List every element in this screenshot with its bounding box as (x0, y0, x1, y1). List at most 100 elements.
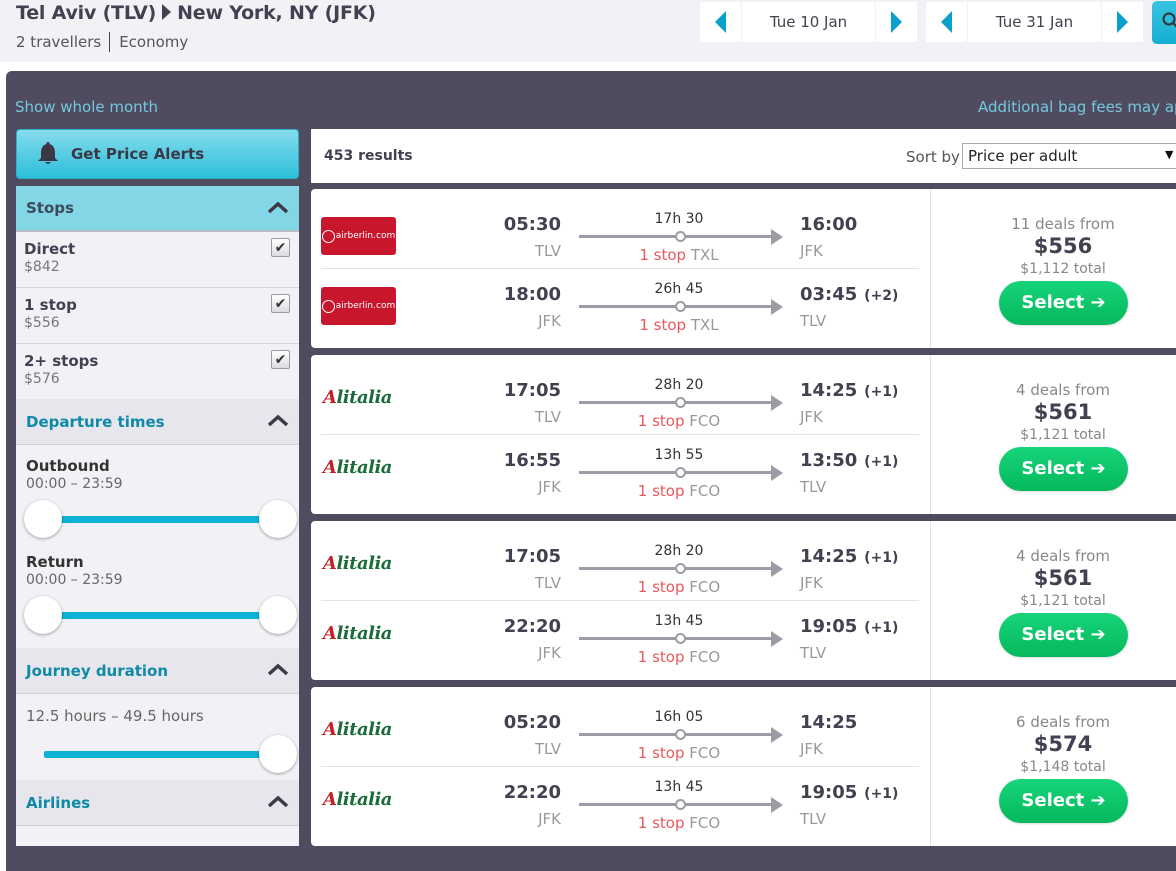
price-per-adult: $561 (1033, 566, 1093, 590)
outbound-max-handle[interactable] (259, 500, 297, 538)
journey-duration-title: Journey duration (26, 661, 169, 680)
deals-count: 11 deals from (1011, 215, 1115, 233)
arrival-airport: TLV (800, 810, 827, 828)
departure-airport: TLV (534, 740, 561, 758)
stops-info: 1 stop FCO (579, 744, 779, 762)
departure-time: 05:20 (503, 712, 561, 733)
airberlin-logo: airberlin.com (321, 217, 396, 255)
stopover-airport: TXL (690, 246, 719, 264)
stops-info: 1 stop FCO (579, 482, 779, 500)
flight-duration: 17h 30 (654, 211, 704, 227)
outbound-min-handle[interactable] (24, 500, 62, 538)
slider-track (44, 751, 277, 758)
stop-filter-2-plus-stops[interactable]: 2+ stops $576 ✔ (16, 344, 299, 399)
return-date-picker: Tue 31 Jan (926, 2, 1143, 42)
departure-times-section-header[interactable]: Departure times (16, 399, 299, 445)
alitalia-logo: Alitalia (323, 553, 403, 583)
stop-filter-direct[interactable]: Direct $842 ✔ (16, 232, 299, 288)
airline-name-initial: A (323, 457, 337, 478)
airline-name: litalia (336, 387, 392, 408)
flight-duration: 13h 45 (654, 779, 704, 795)
departure-time: 22:20 (503, 782, 561, 803)
airline-name: litalia (336, 719, 392, 740)
select-button[interactable]: Select ➔ (999, 779, 1128, 823)
outbound-prev-day-button[interactable] (700, 2, 742, 42)
airline-name-initial: A (323, 387, 337, 408)
airlines-section-header[interactable]: Airlines (16, 780, 299, 826)
airlines-title: Airlines (26, 793, 91, 812)
select-button[interactable]: Select ➔ (999, 613, 1128, 657)
sort-label: Sort by (906, 148, 960, 166)
journey-duration-section-header[interactable]: Journey duration (16, 648, 299, 694)
slider-track (38, 612, 277, 619)
journey-duration-slider[interactable] (26, 735, 297, 777)
day-offset: (+1) (859, 454, 899, 470)
return-label: Return (26, 553, 84, 571)
stop-filter-1-stop[interactable]: 1 stop $556 ✔ (16, 288, 299, 344)
stop-filter-label: Direct (24, 240, 76, 258)
journey-duration-max-handle[interactable] (259, 735, 297, 773)
direct-checkbox[interactable]: ✔ (271, 238, 290, 257)
arrival-time: 19:05 (+1) (800, 782, 898, 803)
arrival-airport: TLV (800, 312, 827, 330)
select-button[interactable]: Select ➔ (999, 281, 1128, 325)
sort-value: Price per adult (968, 147, 1078, 165)
select-button[interactable]: Select ➔ (999, 447, 1128, 491)
return-time-slider[interactable] (24, 596, 297, 638)
departure-time: 17:05 (503, 546, 561, 567)
outbound-time-slider[interactable] (24, 500, 297, 542)
return-prev-day-button[interactable] (926, 2, 968, 42)
stop-count: 1 stop (637, 814, 685, 832)
get-price-alerts-button[interactable]: Get Price Alerts (16, 129, 299, 179)
departure-airport: TLV (534, 408, 561, 426)
outbound-date[interactable]: Tue 10 Jan (742, 2, 875, 42)
stop-count: 1 stop (637, 578, 685, 596)
departure-time: 18:00 (503, 284, 561, 305)
arrival-airport: JFK (800, 574, 823, 592)
return-leg: Alitalia 22:20 JFK 13h 45 1 stop FCO 19:… (321, 767, 919, 837)
2-plus-stops-checkbox[interactable]: ✔ (271, 350, 290, 369)
1-stop-checkbox[interactable]: ✔ (271, 294, 290, 313)
stop-marker-icon (675, 467, 686, 478)
travellers[interactable]: 2 travellers (16, 33, 101, 51)
stopover-airport: FCO (689, 412, 721, 430)
stops-section-header[interactable]: Stops (16, 186, 299, 232)
arrival-time: 14:25 (800, 712, 859, 733)
price-per-adult: $561 (1033, 400, 1093, 424)
alitalia-logo: Alitalia (323, 457, 403, 487)
departure-airport: JFK (538, 644, 561, 662)
airberlin-logo: airberlin.com (321, 287, 396, 325)
airberlin-emblem-icon (321, 229, 335, 243)
stops-info: 1 stop FCO (579, 412, 779, 430)
dropdown-arrow-icon: ▼ (1165, 148, 1174, 161)
outbound-next-day-button[interactable] (875, 2, 917, 42)
chevron-up-icon (267, 795, 289, 808)
stopover-airport: FCO (689, 482, 721, 500)
return-next-day-button[interactable] (1101, 2, 1143, 42)
cabin-class[interactable]: Economy (119, 33, 188, 51)
return-min-handle[interactable] (24, 596, 62, 634)
result-card: Alitalia 17:05 TLV 28h 20 1 stop FCO 14:… (311, 355, 1176, 514)
arrival-airport: JFK (800, 242, 823, 260)
bag-fees-notice[interactable]: Additional bag fees may apply (978, 98, 1176, 116)
result-card: Alitalia 17:05 TLV 28h 20 1 stop FCO 14:… (311, 521, 1176, 680)
airline-name: litalia (336, 789, 392, 810)
results-toolbar: 453 results Sort by Price per adult ▼ (311, 129, 1176, 183)
chevron-up-icon (267, 201, 289, 214)
price-column: 4 deals from $561 $1,121 total Select ➔ (930, 355, 1176, 514)
route-arrow-icon (771, 299, 783, 315)
get-price-alerts-label: Get Price Alerts (71, 145, 205, 163)
arrival-airport: JFK (800, 408, 823, 426)
chevron-right-icon (1117, 11, 1128, 33)
route-arrow-icon (162, 4, 172, 20)
show-whole-month-link[interactable]: Show whole month (15, 98, 158, 116)
airline-name: litalia (336, 623, 392, 644)
sort-dropdown[interactable]: Price per adult ▼ (962, 143, 1176, 169)
return-max-handle[interactable] (259, 596, 297, 634)
price-per-adult: $556 (1033, 234, 1093, 258)
arrival-airport: JFK (800, 740, 823, 758)
search-button[interactable] (1152, 1, 1176, 44)
flight-duration: 26h 45 (654, 281, 704, 297)
stop-filter-price: $842 (24, 259, 60, 275)
return-date[interactable]: Tue 31 Jan (968, 2, 1101, 42)
